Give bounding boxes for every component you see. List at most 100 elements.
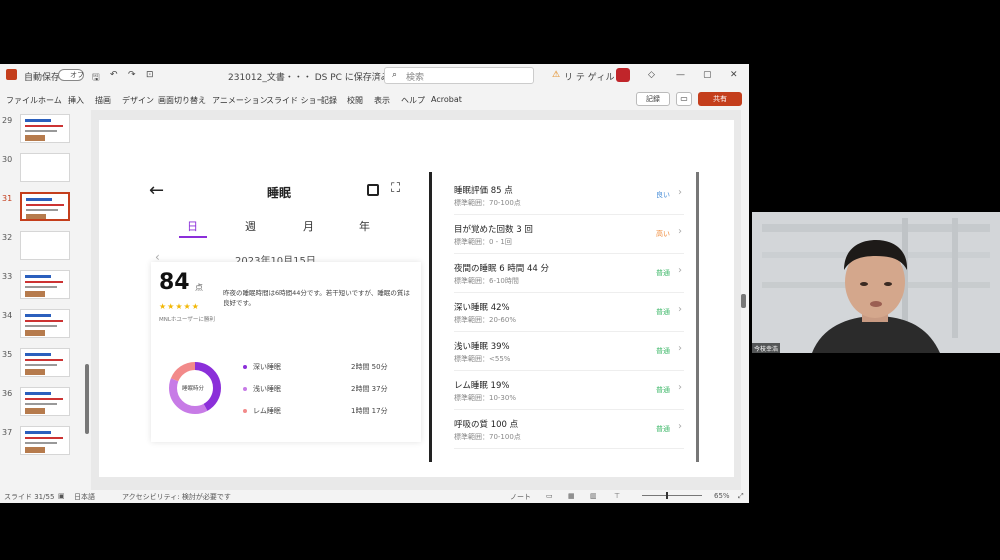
ribbon-tabs: ファイル ホーム 挿入 描画 デザイン 画面切り替え アニメーション スライド …	[0, 88, 749, 110]
thumbnail-number: 32	[2, 233, 13, 242]
calendar-icon[interactable]	[367, 184, 379, 196]
notes-button[interactable]: ノート	[510, 492, 531, 502]
undo-icon[interactable]: ↶	[110, 70, 118, 80]
tab-draw[interactable]: 描画	[95, 95, 111, 106]
save-icon[interactable]: 🖫	[92, 70, 100, 86]
search-placeholder: 検索	[406, 73, 425, 83]
metric-row[interactable]: 目が覚めた回数 3 回標準範囲：0 - 1回 高い ›	[454, 215, 684, 254]
tab-month[interactable]: 月	[303, 218, 314, 234]
minimize-button[interactable]: —	[676, 70, 685, 80]
tab-acrobat[interactable]: Acrobat	[431, 95, 462, 104]
metric-row[interactable]: レム睡眠 19% 標準範囲：10-30% 普通 ›	[454, 371, 684, 410]
language-label[interactable]: 日本語	[74, 492, 95, 502]
metric-row[interactable]: 浅い睡眠 39% 標準範囲：<55% 普通 ›	[454, 332, 684, 371]
slide-thumbnail[interactable]	[20, 192, 70, 221]
legend-label: 浅い睡眠	[253, 385, 281, 393]
tab-transitions[interactable]: 画面切り替え	[158, 95, 206, 106]
share-button[interactable]: 共有	[698, 92, 742, 106]
score-note: MNLホユーザーに勝利	[159, 317, 215, 323]
slide: ← 睡眠 ⛶ 日 週 月 年 ‹ 2023年10月15日 84 点 ★★★★★	[99, 120, 734, 477]
tab-home[interactable]: ホーム	[38, 95, 62, 106]
thumbnail-scrollbar[interactable]	[85, 364, 89, 434]
reading-view-icon[interactable]: ▥	[590, 492, 597, 500]
slide-thumbnail[interactable]	[20, 387, 70, 416]
slide-thumbnail[interactable]	[20, 231, 70, 260]
legend-dot	[243, 387, 247, 391]
metric-range: 標準範囲：0 - 1回	[454, 238, 512, 246]
zoom-level[interactable]: 65%	[714, 492, 730, 500]
record-button[interactable]: 記録	[636, 92, 670, 106]
chevron-right-icon: ›	[678, 187, 682, 198]
metric-row[interactable]: 夜間の睡眠 6 時間 44 分標準範囲：6-10時間 普通 ›	[454, 254, 684, 293]
presenter-video	[752, 212, 1000, 353]
comment-icon[interactable]: ▭	[676, 92, 692, 106]
metric-badge: 普通	[656, 269, 670, 277]
slide-thumbnail[interactable]	[20, 270, 70, 299]
legend-row: 浅い睡眠 2時間 37分	[243, 384, 403, 396]
maximize-button[interactable]: ▢	[703, 70, 712, 80]
warning-text: リ テ ゲィル	[564, 73, 615, 83]
chevron-right-icon: ›	[678, 343, 682, 354]
tab-record[interactable]: 記録	[321, 95, 337, 106]
share-label: 共有	[713, 95, 727, 103]
tab-year[interactable]: 年	[359, 218, 370, 234]
record-label: 記録	[646, 95, 660, 103]
filename[interactable]: 231012_文書・・・ DS PC に保存済み ∨	[228, 70, 399, 83]
autosave-toggle-label: オフ	[70, 71, 84, 79]
metric-row[interactable]: 呼吸の質 100 点標準範囲：70-100点 普通 ›	[454, 410, 684, 449]
thumbnail-number: 36	[2, 389, 13, 398]
slide-thumbnail[interactable]	[20, 309, 70, 338]
metric-range: 標準範囲：<55%	[454, 355, 511, 363]
tab-help[interactable]: ヘルプ	[401, 95, 425, 106]
tab-review[interactable]: 校閲	[347, 95, 363, 106]
slide-thumbnail[interactable]	[20, 114, 70, 143]
fit-slide-icon[interactable]: ⤢	[738, 492, 744, 501]
tab-day[interactable]: 日	[187, 218, 198, 234]
slide-thumbnail[interactable]	[20, 348, 70, 377]
metric-badge: 普通	[656, 308, 670, 316]
close-button[interactable]: ✕	[730, 70, 738, 80]
tab-week[interactable]: 週	[245, 218, 256, 234]
sorter-view-icon[interactable]: ▦	[568, 492, 575, 500]
slide-thumbnail[interactable]	[20, 426, 70, 455]
tab-insert[interactable]: 挿入	[68, 95, 84, 106]
thumbnail-line	[25, 369, 45, 375]
back-arrow-icon[interactable]: ←	[149, 180, 164, 201]
metric-row[interactable]: 深い睡眠 42% 標準範囲：20-60% 普通 ›	[454, 293, 684, 332]
zoom-slider-thumb[interactable]	[666, 492, 668, 499]
screen-title: 睡眠	[267, 186, 292, 200]
metric-row[interactable]: 睡眠評価 85 点標準範囲：70-100点 良い ›	[454, 176, 684, 215]
metric-title: 呼吸の質 100 点	[454, 420, 519, 430]
present-icon[interactable]: ⊡	[146, 70, 154, 80]
tab-file[interactable]: ファイル	[6, 95, 38, 106]
tab-slideshow[interactable]: スライド ショー	[266, 95, 325, 106]
legend-label: レム睡眠	[253, 407, 281, 415]
thumbnail-line	[25, 314, 51, 317]
thumbnail-line	[25, 392, 51, 395]
autosave-label: 自動保存	[24, 73, 61, 83]
tab-design[interactable]: デザイン	[122, 95, 154, 106]
status-bar: スライド 31/55 ▣ 日本語 アクセシビリティ: 検討が必要です ノート ▭…	[0, 490, 749, 503]
tab-day-underline	[179, 236, 207, 238]
thumbnail-number: 34	[2, 311, 13, 320]
participant-name: 今枝幸浩	[752, 343, 781, 354]
canvas-scrollbar[interactable]	[741, 294, 746, 308]
spellcheck-icon[interactable]: ▣	[58, 492, 65, 500]
thumbnail-line	[25, 125, 63, 127]
diamond-icon[interactable]: ◇	[648, 70, 655, 80]
chevron-right-icon: ›	[678, 304, 682, 315]
redo-icon[interactable]: ↷	[128, 70, 136, 80]
expand-icon[interactable]: ⛶	[391, 181, 400, 196]
tab-view[interactable]: 表示	[374, 95, 390, 106]
slide-thumbnails: 29 30 31 32 33 34 35 36 37	[0, 110, 84, 490]
zoom-slider[interactable]	[642, 495, 702, 496]
slide-thumbnail[interactable]	[20, 153, 70, 182]
accessibility-status[interactable]: アクセシビリティ: 検討が必要です	[122, 492, 231, 502]
slideshow-view-icon[interactable]: ⊤	[614, 492, 620, 500]
metric-title: 深い睡眠 42%	[454, 303, 510, 313]
avatar[interactable]	[616, 68, 630, 82]
thumbnail-line	[25, 437, 63, 439]
metric-title: 浅い睡眠 39%	[454, 342, 510, 352]
normal-view-icon[interactable]: ▭	[546, 492, 553, 500]
tab-animations[interactable]: アニメーション	[212, 95, 268, 106]
